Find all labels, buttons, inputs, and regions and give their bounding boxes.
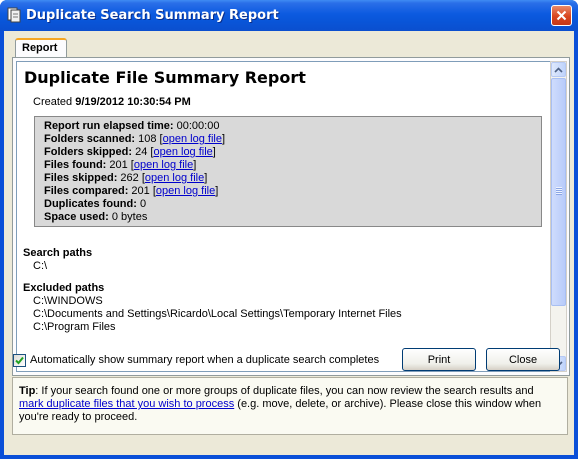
chevron-up-icon	[554, 66, 563, 73]
mark-duplicates-link[interactable]: mark duplicate files that you wish to pr…	[19, 398, 234, 410]
report-created: Created 9/19/2012 10:30:54 PM	[33, 96, 191, 108]
tab-report[interactable]: Report	[15, 38, 67, 58]
open-log-file-link[interactable]: open log file	[156, 185, 215, 197]
stat-files-found: Files found: 201 [open log file]	[44, 159, 197, 171]
open-log-file-link[interactable]: open log file	[153, 146, 212, 158]
checkmark-icon	[15, 356, 24, 365]
report-view[interactable]: Duplicate File Summary Report Created 9/…	[16, 61, 551, 372]
window-close-button[interactable]	[551, 5, 572, 26]
auto-show-checkbox[interactable]	[13, 354, 26, 367]
report-title: Duplicate File Summary Report	[24, 68, 306, 87]
tip-panel: Tip: If your search found one or more gr…	[12, 377, 568, 435]
window-frame: Duplicate Search Summary Report Report D…	[0, 0, 578, 459]
scroll-up-button[interactable]	[551, 62, 566, 77]
stat-elapsed-time: Report run elapsed time: 00:00:00	[44, 120, 220, 132]
auto-show-label[interactable]: Automatically show summary report when a…	[30, 354, 379, 366]
excluded-paths-heading: Excluded paths	[23, 282, 105, 294]
title-bar[interactable]: Duplicate Search Summary Report	[0, 0, 578, 31]
tip-text-before: : If your search found one or more group…	[35, 385, 534, 397]
stat-files-skipped: Files skipped: 262 [open log file]	[44, 172, 208, 184]
print-button[interactable]: Print	[402, 348, 476, 371]
close-button[interactable]: Close	[486, 348, 560, 371]
open-log-file-link[interactable]: open log file	[134, 159, 193, 171]
stat-space-used: Space used: 0 bytes	[44, 211, 148, 223]
app-icon	[7, 7, 21, 23]
stat-duplicates-found: Duplicates found: 0	[44, 198, 147, 210]
tip-label: Tip	[19, 385, 36, 397]
excluded-path-item: C:\Program Files	[33, 321, 116, 333]
window-client-area: Report Duplicate File Summary Report Cre…	[4, 31, 574, 455]
scroll-thumb[interactable]	[551, 78, 566, 306]
window-title: Duplicate Search Summary Report	[26, 8, 279, 23]
excluded-path-item: C:\Documents and Settings\Ricardo\Local …	[33, 308, 402, 320]
stat-files-compared: Files compared: 201 [open log file]	[44, 185, 219, 197]
stat-folders-skipped: Folders skipped: 24 [open log file]	[44, 146, 216, 158]
stat-folders-scanned: Folders scanned: 108 [open log file]	[44, 133, 226, 145]
created-value: 9/19/2012 10:30:54 PM	[75, 96, 191, 108]
excluded-path-item: C:\WINDOWS	[33, 295, 103, 307]
open-log-file-link[interactable]: open log file	[163, 133, 222, 145]
report-scrollbar[interactable]	[550, 61, 567, 372]
search-paths-heading: Search paths	[23, 247, 93, 259]
close-icon	[556, 10, 567, 21]
open-log-file-link[interactable]: open log file	[145, 172, 204, 184]
stats-box: Report run elapsed time: 00:00:00 Folder…	[34, 116, 542, 227]
report-tab-panel: Duplicate File Summary Report Created 9/…	[12, 57, 570, 376]
created-label: Created	[33, 96, 73, 108]
search-path-item: C:\	[33, 260, 48, 272]
tab-report-label: Report	[22, 42, 58, 54]
grip-icon	[556, 187, 562, 195]
